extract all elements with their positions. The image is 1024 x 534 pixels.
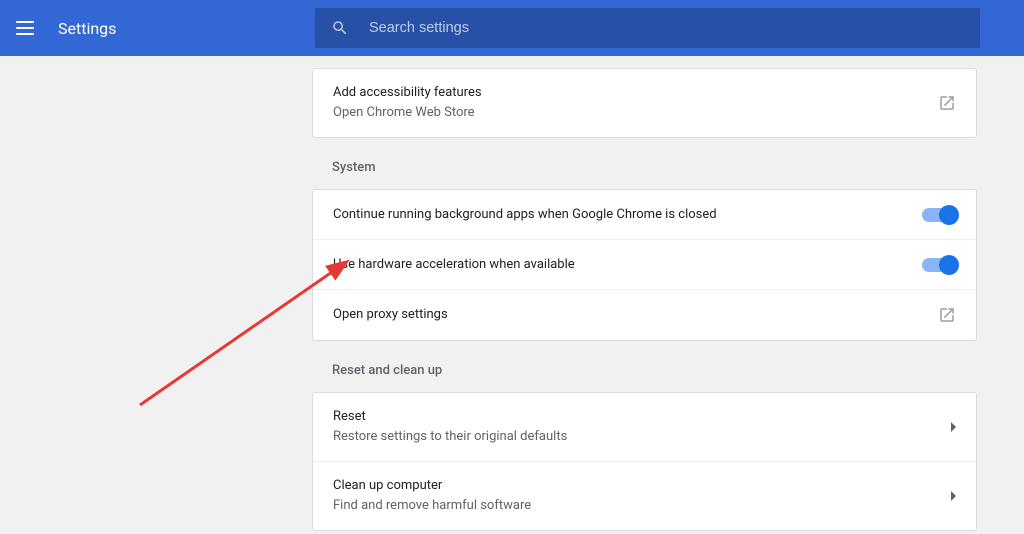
row-title: Clean up computer [333,476,951,496]
background-apps-toggle[interactable] [922,208,956,222]
row-title: Add accessibility features [333,83,938,103]
accessibility-card: Add accessibility features Open Chrome W… [312,68,977,138]
hamburger-menu-icon[interactable] [16,21,34,35]
row-label: Open proxy settings [333,305,938,325]
search-input[interactable] [369,20,964,36]
hardware-acceleration-row[interactable]: Use hardware acceleration when available [313,240,976,290]
row-label: Continue running background apps when Go… [333,205,922,225]
reset-section-title: Reset and clean up [312,341,977,392]
page-title: Settings [58,19,116,38]
row-title: Reset [333,407,951,427]
external-link-icon [938,306,956,324]
reset-card: Reset Restore settings to their original… [312,392,977,531]
background-apps-row[interactable]: Continue running background apps when Go… [313,190,976,240]
system-section-title: System [312,138,977,189]
settings-content: Add accessibility features Open Chrome W… [0,56,1024,531]
reset-row[interactable]: Reset Restore settings to their original… [313,393,976,462]
system-card: Continue running background apps when Go… [312,189,977,341]
row-label: Use hardware acceleration when available [333,255,922,275]
cleanup-computer-row[interactable]: Clean up computer Find and remove harmfu… [313,462,976,530]
search-icon [331,19,349,37]
app-header: Settings [0,0,1024,56]
chevron-right-icon [951,491,956,501]
hardware-acceleration-toggle[interactable] [922,258,956,272]
search-bar[interactable] [315,8,980,48]
add-accessibility-features-row[interactable]: Add accessibility features Open Chrome W… [313,69,976,137]
row-subtitle: Find and remove harmful software [333,496,951,516]
row-subtitle: Open Chrome Web Store [333,103,938,123]
open-proxy-settings-row[interactable]: Open proxy settings [313,290,976,340]
row-subtitle: Restore settings to their original defau… [333,427,951,447]
chevron-right-icon [951,422,956,432]
external-link-icon [938,94,956,112]
